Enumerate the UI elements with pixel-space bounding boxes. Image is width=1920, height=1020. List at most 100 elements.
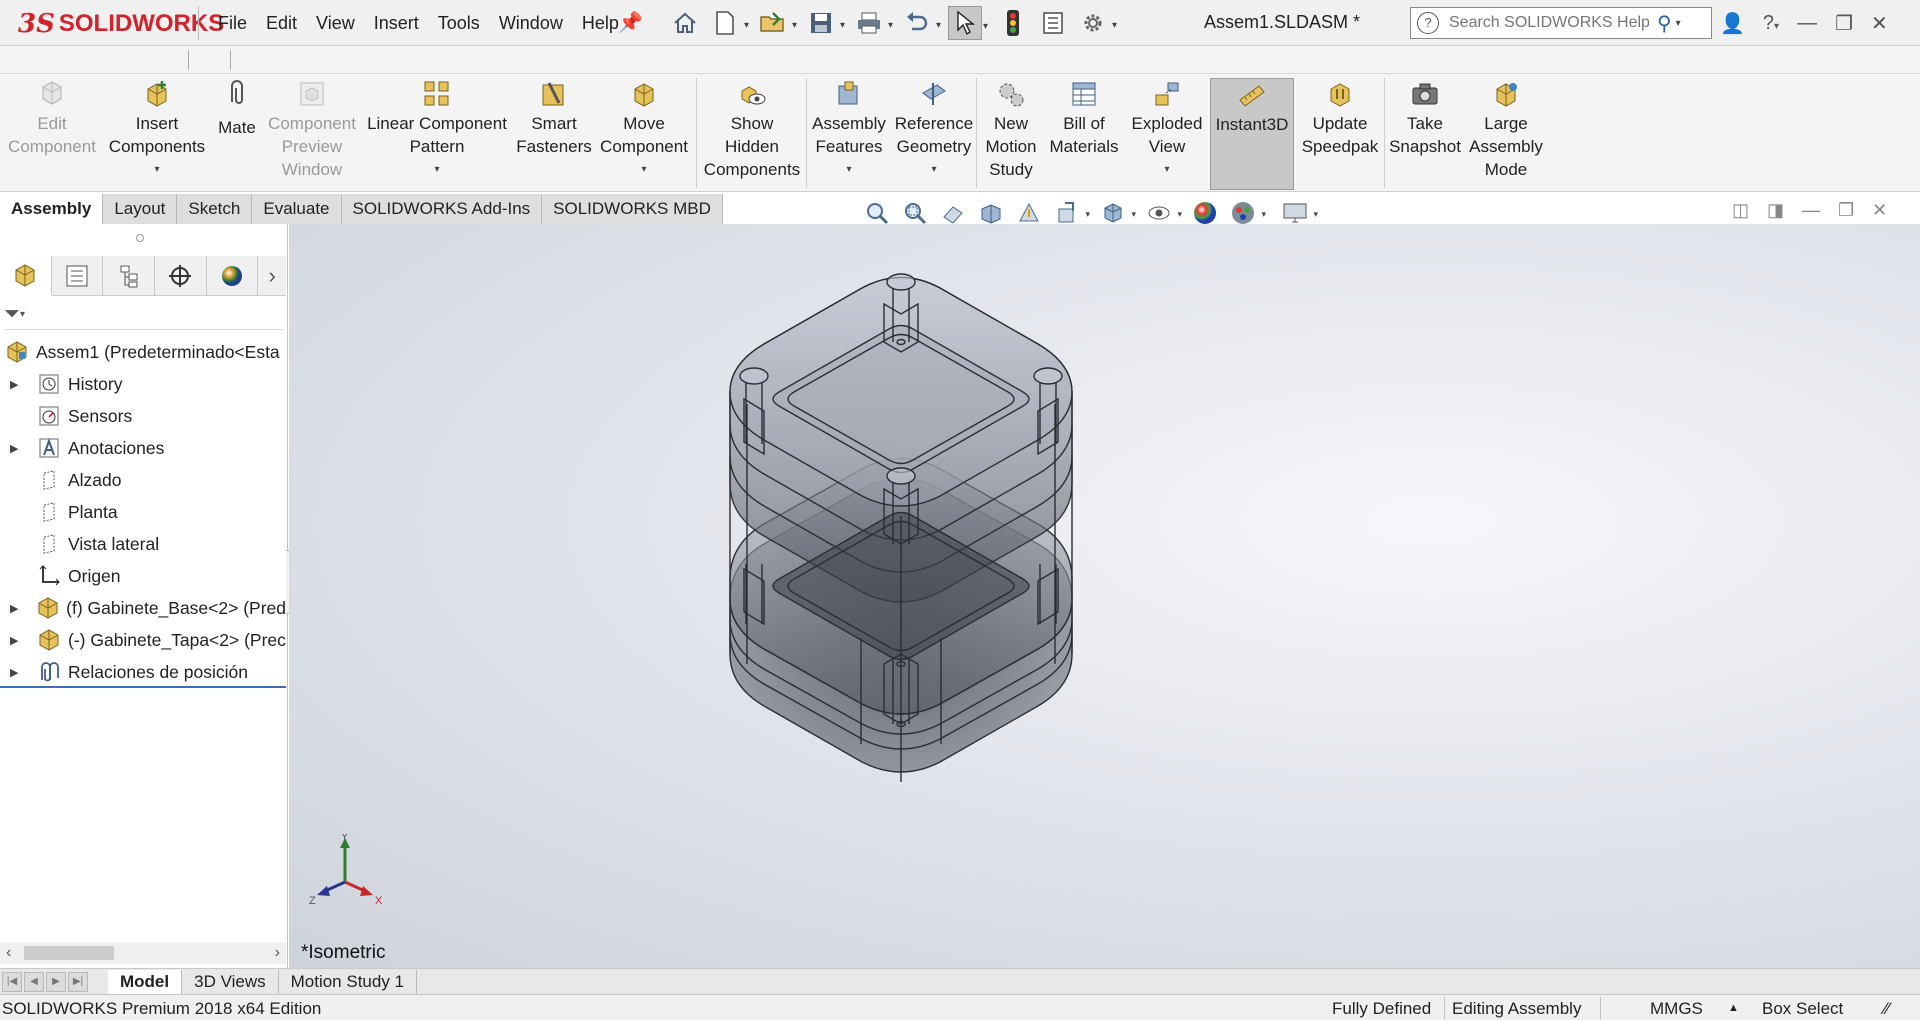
menu-help[interactable]: Help [582, 13, 619, 34]
update-speedpak-button[interactable]: Update Speedpak [1298, 78, 1382, 190]
zoom-to-area-icon[interactable] [900, 199, 930, 227]
tab-layout[interactable]: Layout [103, 194, 178, 224]
property-manager-tab-icon[interactable] [52, 256, 104, 296]
expand-arrow-icon[interactable]: ▶ [10, 602, 23, 615]
viewport-close-icon[interactable]: ✕ [1872, 200, 1887, 221]
pin-menu-icon[interactable]: 📌 [618, 10, 643, 34]
close-window-icon[interactable]: ✕ [1871, 11, 1888, 36]
view-settings-monitor-icon[interactable]: ▾ [1280, 199, 1318, 227]
viewport-split-left-icon[interactable]: ◫ [1732, 200, 1749, 221]
search-icon[interactable]: ⚲ [1657, 11, 1672, 36]
user-account-icon[interactable]: 👤 [1720, 11, 1745, 36]
graphics-viewport[interactable]: Y X Z *Isometric [289, 224, 1920, 968]
select-pointer-icon[interactable]: ▾ [948, 6, 988, 40]
print-icon[interactable]: ▾ [852, 6, 893, 40]
minimize-window-icon[interactable]: — [1797, 12, 1817, 35]
menu-edit[interactable]: Edit [266, 13, 297, 34]
zoom-to-fit-icon[interactable] [862, 199, 892, 227]
tab-evaluate[interactable]: Evaluate [252, 194, 342, 224]
help-search-box[interactable]: ? ⚲ ▾ [1410, 7, 1712, 39]
configuration-manager-tab-icon[interactable] [103, 256, 155, 296]
options-gear-icon[interactable]: ▾ [1076, 6, 1117, 40]
new-motion-study-button[interactable]: New Motion Study [980, 78, 1042, 190]
section-view-icon[interactable] [976, 199, 1006, 227]
expand-arrow-icon[interactable]: ▶ [10, 442, 24, 455]
edit-component-button[interactable]: Edit Component [4, 78, 100, 190]
tab-assembly[interactable]: Assembly [0, 194, 104, 224]
move-component-button[interactable]: Move Component ▾ [596, 78, 692, 190]
tab-sketch[interactable]: Sketch [177, 194, 253, 224]
expand-arrow-icon[interactable]: ▶ [10, 634, 24, 647]
previous-view-icon[interactable] [938, 199, 968, 227]
display-style-icon[interactable]: ▾ [1098, 199, 1136, 227]
tree-item-right-plane[interactable]: Vista lateral [0, 528, 286, 560]
filter-funnel-icon[interactable]: ⏷ [4, 303, 20, 326]
assembly-features-button[interactable]: Assembly Features ▾ [810, 78, 888, 190]
viewport-minimize-icon[interactable]: — [1802, 200, 1820, 221]
more-tabs-chevron-icon[interactable]: › [258, 256, 286, 295]
hide-show-items-icon[interactable]: ▾ [1144, 199, 1182, 227]
move-component-dropdown-icon[interactable]: ▾ [641, 158, 646, 181]
tree-root-assembly[interactable]: Assem1 (Predeterminado<Esta [0, 336, 286, 368]
last-tab-icon[interactable]: ▶| [68, 971, 88, 992]
new-document-icon[interactable]: ▾ [708, 6, 749, 40]
smart-fasteners-button[interactable]: Smart Fasteners [514, 78, 594, 190]
tab-model[interactable]: Model [108, 969, 183, 994]
dynamic-annotation-icon[interactable] [1014, 199, 1044, 227]
display-manager-tab-icon[interactable] [207, 256, 259, 296]
save-icon[interactable]: ▾ [804, 6, 845, 40]
status-selection-mode[interactable]: Box Select [1762, 999, 1843, 1019]
panel-horizontal-scrollbar[interactable]: ‹ › [0, 942, 286, 964]
panel-grip[interactable] [136, 234, 144, 242]
home-icon[interactable] [668, 6, 702, 40]
tab-addins[interactable]: SOLIDWORKS Add-Ins [341, 194, 543, 224]
viewport-restore-icon[interactable]: ❐ [1838, 200, 1854, 221]
scroll-left-icon[interactable]: ‹ [6, 944, 11, 962]
undo-icon[interactable]: ▾ [900, 6, 941, 40]
search-input[interactable] [1449, 14, 1649, 32]
previous-tab-icon[interactable]: ◀ [24, 971, 44, 992]
tree-item-history[interactable]: ▶ History [0, 368, 286, 400]
linear-pattern-dropdown-icon[interactable]: ▾ [434, 158, 439, 181]
exploded-view-dropdown-icon[interactable]: ▾ [1164, 158, 1169, 181]
menu-insert[interactable]: Insert [374, 13, 419, 34]
tree-item-component-base[interactable]: ▶ (f) Gabinete_Base<2> (Pred [0, 592, 286, 624]
tab-mbd[interactable]: SOLIDWORKS MBD [542, 194, 723, 224]
tree-filter[interactable]: ⏷ ▾ [4, 300, 284, 330]
view-orientation-icon[interactable]: ▾ [1052, 199, 1090, 227]
resize-grip-icon[interactable]: ⁄⁄ [1884, 999, 1890, 1019]
scrollbar-thumb[interactable] [24, 946, 114, 960]
solidworks-logo[interactable]: 3S SOLIDWORKS [18, 4, 224, 44]
assembly-3d-model[interactable] [289, 224, 1920, 968]
edit-appearance-icon[interactable] [1190, 199, 1220, 227]
tree-item-sensors[interactable]: Sensors [0, 400, 286, 432]
filter-dropdown-icon[interactable]: ▾ [20, 309, 25, 320]
reference-geometry-button[interactable]: Reference Geometry ▾ [892, 78, 976, 190]
next-tab-icon[interactable]: ▶ [46, 971, 66, 992]
tab-motion-study[interactable]: Motion Study 1 [279, 969, 418, 994]
file-properties-icon[interactable] [1036, 6, 1070, 40]
tree-item-annotations[interactable]: ▶ Anotaciones [0, 432, 286, 464]
menu-view[interactable]: View [316, 13, 355, 34]
rebuild-traffic-light-icon[interactable] [996, 6, 1030, 40]
menu-tools[interactable]: Tools [438, 13, 480, 34]
mate-button[interactable]: Mate [212, 78, 262, 190]
orientation-triad[interactable]: Y X Z [307, 834, 397, 914]
restore-window-icon[interactable]: ❐ [1835, 11, 1853, 36]
component-preview-window-button[interactable]: Component Preview Window [266, 78, 358, 190]
show-hidden-components-button[interactable]: Show Hidden Components [700, 78, 804, 190]
insert-components-button[interactable]: Insert Components ▾ [104, 78, 210, 190]
expand-arrow-icon[interactable]: ▶ [10, 666, 24, 679]
apply-scene-icon[interactable]: ▾ [1228, 199, 1266, 227]
tab-3d-views[interactable]: 3D Views [182, 969, 279, 994]
exploded-view-button[interactable]: Exploded View ▾ [1126, 78, 1208, 190]
large-assembly-mode-button[interactable]: Large Assembly Mode [1464, 78, 1548, 190]
status-units[interactable]: MMGS [1650, 999, 1703, 1019]
menu-file[interactable]: File [218, 13, 247, 34]
search-dropdown-icon[interactable]: ▾ [1676, 18, 1681, 29]
dimxpert-manager-tab-icon[interactable] [155, 256, 207, 296]
feature-manager-tab-icon[interactable] [0, 256, 52, 296]
instant3d-button[interactable]: Instant3D [1210, 78, 1294, 190]
tree-item-front-plane[interactable]: Alzado [0, 464, 286, 496]
scroll-right-icon[interactable]: › [275, 944, 280, 962]
